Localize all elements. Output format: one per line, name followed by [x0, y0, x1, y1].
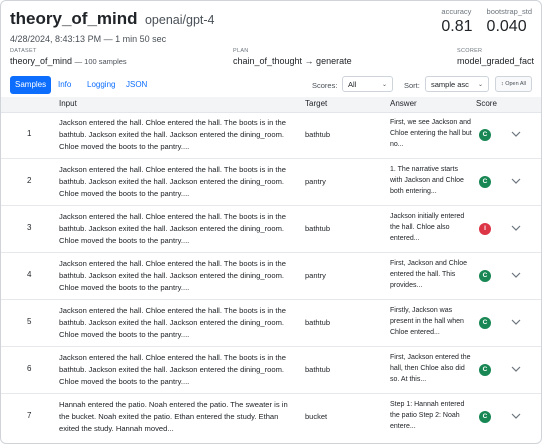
chevron-down-icon[interactable]	[510, 268, 522, 282]
row-input: Hannah entered the patio. Noah entered t…	[59, 400, 288, 433]
open-all-button[interactable]: ↕ Open All	[494, 76, 532, 92]
toolbar: Samples Info Logging JSON Scores: All ⌄ …	[1, 73, 541, 98]
score-badge-correct: C	[479, 270, 491, 282]
config-row: DATASET theory_of_mind — 100 samples PLA…	[10, 48, 534, 68]
sort-select[interactable]: sample asc ⌄	[425, 76, 489, 92]
row-target: bathtub	[305, 365, 331, 374]
row-answer: First, we see Jackson and Chloe entering…	[390, 119, 472, 148]
open-all-label: Open All	[505, 81, 526, 87]
row-answer: Jackson initially entered the hall. Chlo…	[390, 213, 465, 242]
scorer-info: SCORER model_graded_fact	[457, 48, 534, 66]
score-badge-correct: C	[479, 364, 491, 376]
plan-value: chain_of_thought → generate	[233, 56, 352, 66]
row-number: 3	[27, 223, 32, 232]
metric-value: 0.040	[486, 18, 527, 35]
row-target: pantry	[305, 177, 326, 186]
row-number: 7	[27, 411, 32, 420]
tab-samples[interactable]: Samples	[10, 76, 52, 94]
table-header: Input Target Answer Score	[1, 97, 541, 113]
column-header-input: Input	[59, 99, 77, 108]
table-row[interactable]: 1 Jackson entered the hall. Chloe entere…	[1, 112, 541, 159]
metrics: accuracy 0.81 bootstrap_std 0.040	[441, 7, 532, 36]
scores-filter-select[interactable]: All ⌄	[342, 76, 393, 92]
table-row[interactable]: 6 Jackson entered the hall. Chloe entere…	[1, 347, 541, 394]
table-row[interactable]: 7 Hannah entered the patio. Noah entered…	[1, 394, 541, 440]
scorer-label: SCORER	[457, 48, 483, 54]
row-target: pantry	[305, 271, 326, 280]
chevron-down-icon: ⌄	[381, 82, 387, 88]
row-number: 5	[27, 317, 32, 326]
chevron-down-icon[interactable]	[510, 221, 522, 235]
run-timestamp: 4/28/2024, 8:43:13 PM — 1 min 50 sec	[10, 34, 167, 44]
table-row[interactable]: 5 Jackson entered the hall. Chloe entere…	[1, 300, 541, 347]
tab-info[interactable]: Info	[53, 76, 76, 94]
app-window: theory_of_mind openai/gpt-4 4/28/2024, 8…	[0, 0, 542, 444]
metric-accuracy: accuracy 0.81	[441, 7, 472, 36]
score-badge-correct: C	[479, 317, 491, 329]
row-number: 1	[27, 129, 32, 138]
row-target: bathtub	[305, 318, 331, 327]
score-badge-correct: C	[479, 411, 491, 423]
row-input: Jackson entered the hall. Chloe entered …	[59, 118, 286, 151]
metric-value: 0.81	[441, 18, 473, 35]
tab-logging[interactable]: Logging	[82, 76, 120, 94]
score-badge-correct: C	[479, 176, 491, 188]
task-title: theory_of_mind	[10, 9, 138, 28]
row-input: Jackson entered the hall. Chloe entered …	[59, 165, 286, 198]
row-target: bucket	[305, 412, 328, 421]
column-header-score: Score	[476, 99, 497, 108]
plan-label: PLAN	[233, 48, 249, 54]
plan-info: PLAN chain_of_thought → generate	[233, 48, 352, 66]
column-header-answer: Answer	[390, 99, 417, 108]
table-row[interactable]: 3 Jackson entered the hall. Chloe entere…	[1, 206, 541, 253]
metric-label: bootstrap_std	[486, 7, 532, 16]
sort-label: Sort:	[404, 81, 420, 90]
title-row: theory_of_mind openai/gpt-4	[10, 9, 215, 29]
row-answer: 1. The narrative starts with Jackson and…	[390, 166, 464, 195]
row-answer: Step 1: Hannah entered the patio Step 2:…	[390, 401, 465, 430]
chevron-down-icon[interactable]	[510, 409, 522, 423]
score-badge-correct: C	[479, 129, 491, 141]
expand-icon: ↕	[500, 81, 504, 87]
row-number: 6	[27, 364, 32, 373]
row-number: 4	[27, 270, 32, 279]
chevron-down-icon[interactable]	[510, 174, 522, 188]
scores-filter-value: All	[348, 80, 357, 89]
row-input: Jackson entered the hall. Chloe entered …	[59, 306, 286, 339]
table-row[interactable]: 4 Jackson entered the hall. Chloe entere…	[1, 253, 541, 300]
tab-json[interactable]: JSON	[121, 76, 152, 94]
model-name: openai/gpt-4	[144, 13, 215, 27]
row-target: bathtub	[305, 224, 331, 233]
sort-value: sample asc	[431, 80, 469, 89]
scorer-value: model_graded_fact	[457, 56, 535, 66]
table-row[interactable]: 2 Jackson entered the hall. Chloe entere…	[1, 159, 541, 206]
row-input: Jackson entered the hall. Chloe entered …	[59, 212, 286, 245]
row-answer: First, Jackson and Chloe entered the hal…	[390, 260, 468, 289]
chevron-down-icon[interactable]	[510, 127, 522, 141]
row-answer: First, Jackson entered the hall, then Ch…	[390, 354, 471, 383]
dataset-name: theory_of_mind	[10, 56, 73, 66]
column-header-target: Target	[305, 99, 328, 108]
row-number: 2	[27, 176, 32, 185]
dataset-label: DATASET	[10, 48, 37, 54]
row-input: Jackson entered the hall. Chloe entered …	[59, 353, 286, 386]
dataset-value: theory_of_mind — 100 samples	[10, 56, 127, 66]
chevron-down-icon[interactable]	[510, 315, 522, 329]
score-badge-incorrect: I	[479, 223, 491, 235]
dataset-count: — 100 samples	[74, 57, 127, 66]
chevron-down-icon: ⌄	[477, 82, 483, 88]
row-target: bathtub	[305, 130, 331, 139]
metric-bootstrap-std: bootstrap_std 0.040	[487, 7, 532, 36]
scores-filter-label: Scores:	[312, 81, 338, 90]
metric-label: accuracy	[441, 7, 472, 16]
row-answer: Firstly, Jackson was present in the hall…	[390, 307, 464, 336]
dataset-info: DATASET theory_of_mind — 100 samples	[10, 48, 127, 66]
row-input: Jackson entered the hall. Chloe entered …	[59, 259, 286, 292]
chevron-down-icon[interactable]	[510, 362, 522, 376]
